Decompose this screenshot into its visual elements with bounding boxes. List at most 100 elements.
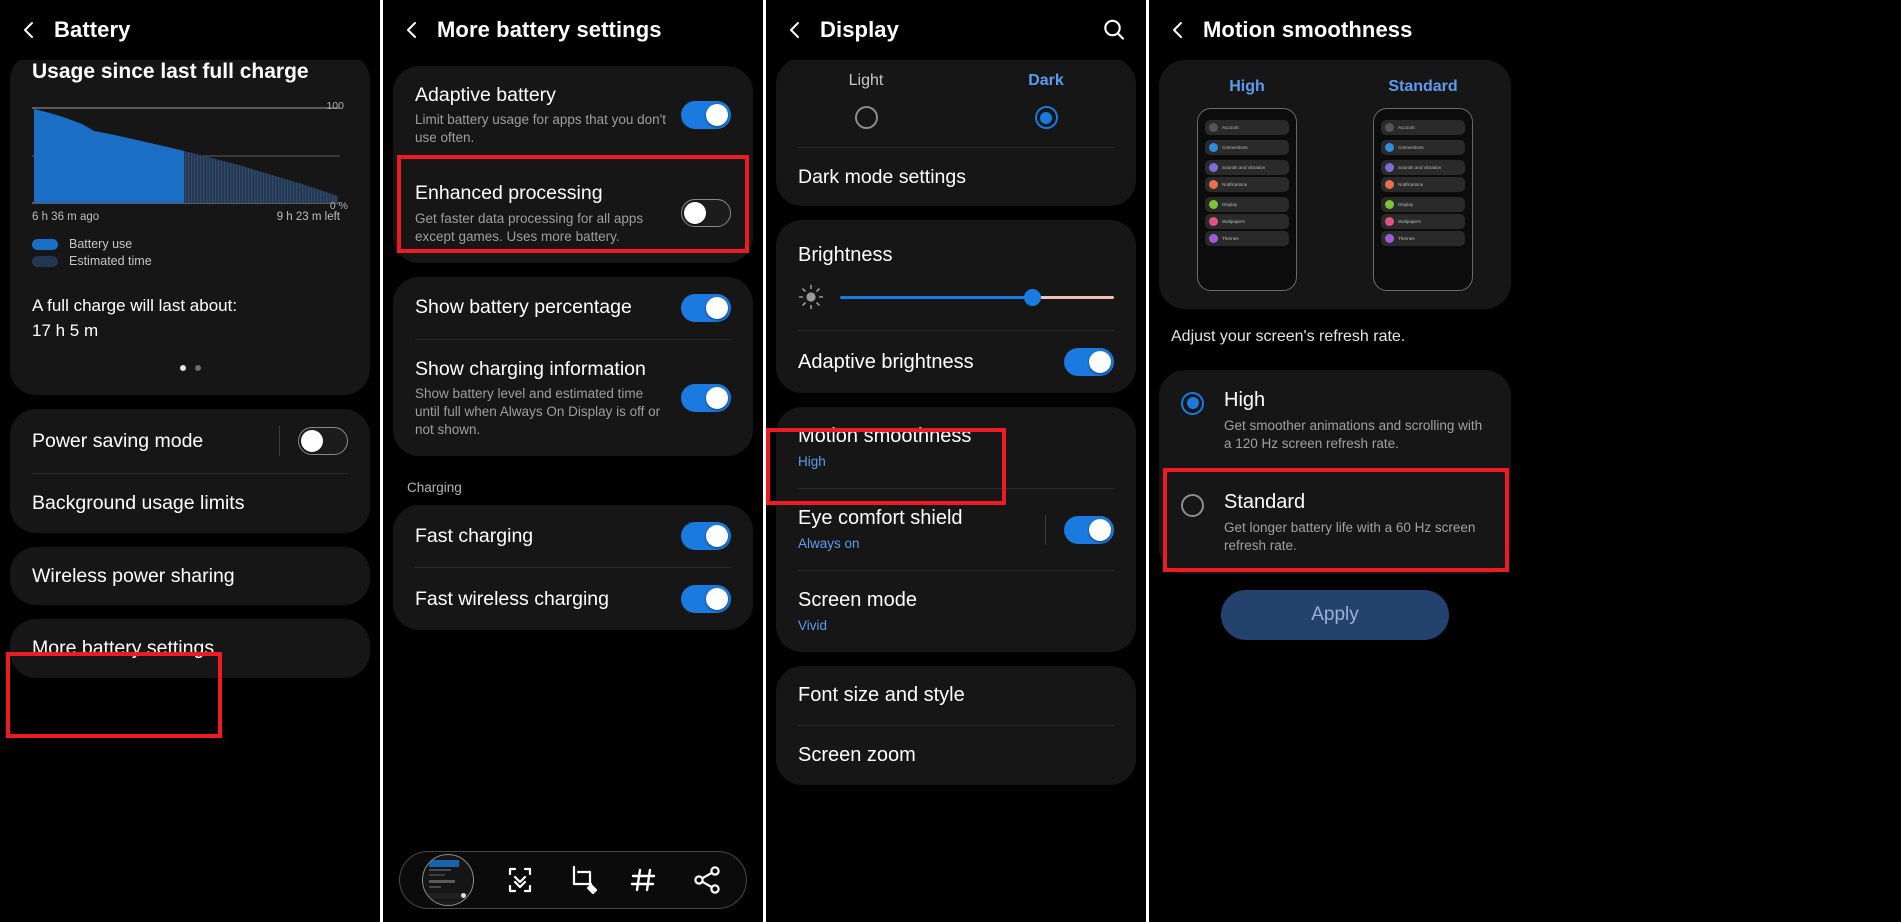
light-mode-radio[interactable]: [854, 106, 878, 129]
row-title: Eye comfort shield: [798, 507, 963, 530]
battery-options-card: Power saving mode Background usage limit…: [10, 409, 370, 533]
connections-icon: [1385, 143, 1394, 152]
preview-item-label: Themes: [1222, 236, 1239, 241]
scroll-capture-icon[interactable]: [503, 863, 537, 897]
row-power-saving-mode[interactable]: Power saving mode: [10, 409, 370, 473]
back-chevron-icon[interactable]: [397, 15, 427, 45]
charging-card: Fast charging Fast wireless charging: [393, 504, 753, 630]
connections-icon: [1209, 143, 1218, 152]
standard-refresh-radio[interactable]: [1181, 494, 1204, 518]
row-screen-mode[interactable]: Screen mode Vivid: [776, 571, 1136, 652]
preview-label: Standard: [1388, 78, 1458, 95]
search-icon[interactable]: [1100, 16, 1128, 44]
row-title: Screen mode: [798, 589, 917, 612]
page-dot-1[interactable]: [179, 365, 186, 372]
high-refresh-radio[interactable]: [1181, 391, 1204, 415]
back-chevron-icon[interactable]: [1163, 15, 1193, 45]
page-dot-2[interactable]: [194, 365, 201, 372]
row-adaptive-brightness[interactable]: Adaptive brightness: [776, 331, 1136, 393]
row-title: Adaptive battery: [415, 84, 556, 106]
row-title: Screen zoom: [798, 744, 916, 767]
screenshot-toolbar[interactable]: [399, 851, 747, 909]
row-screen-zoom[interactable]: Screen zoom: [776, 726, 1136, 785]
theme-mode-picker[interactable]: Light Dark: [776, 58, 1136, 133]
crop-edit-icon[interactable]: [565, 863, 599, 897]
brightness-title: Brightness: [798, 244, 893, 267]
option-standard[interactable]: Standard Get longer battery life with a …: [1159, 472, 1511, 573]
row-title: Wireless power sharing: [32, 564, 235, 587]
preview-list-item: Account: [1381, 120, 1465, 135]
row-title: Background usage limits: [32, 492, 245, 515]
row-title: Power saving mode: [32, 430, 204, 453]
row-font-size-and-style[interactable]: Font size and style: [776, 666, 1136, 725]
fast-charging-toggle[interactable]: [681, 521, 731, 550]
page-title: More battery settings: [437, 17, 662, 42]
page-indicator[interactable]: [10, 365, 370, 372]
font-zoom-card: Font size and style Screen zoom: [776, 666, 1136, 786]
display-icon: [1209, 200, 1218, 209]
chart-end-time: 9 h 23 m left: [276, 211, 340, 224]
option-title: High: [1224, 388, 1266, 411]
preview-item-label: Notifications: [1222, 182, 1248, 187]
page-title: Motion smoothness: [1203, 17, 1413, 42]
brightness-slider-knob[interactable]: [1023, 289, 1041, 307]
wireless-power-sharing-card: Wireless power sharing: [10, 546, 370, 606]
power-saving-toggle[interactable]: [298, 427, 348, 456]
row-show-charging-information[interactable]: Show charging information Show battery l…: [393, 340, 753, 456]
option-high[interactable]: High Get smoother animations and scrolli…: [1159, 370, 1511, 471]
back-chevron-icon[interactable]: [14, 15, 44, 45]
chart-time-axis: 6 h 36 m ago 9 h 23 m left: [32, 211, 340, 223]
brightness-slider[interactable]: [840, 287, 1114, 307]
mode-label: Light: [848, 72, 884, 89]
chart-y-max-label: 100: [326, 100, 344, 113]
preview-list-item: Notifications: [1381, 177, 1465, 192]
theme-mode-dark[interactable]: Dark: [956, 72, 1136, 129]
notifications-icon: [1385, 180, 1394, 189]
dark-mode-radio[interactable]: [1034, 106, 1058, 129]
phone-preview-high: Account Connections Sounds and vibration…: [1197, 108, 1297, 291]
row-fast-charging[interactable]: Fast charging: [393, 505, 753, 567]
preview-standard: Standard Account Connections Sounds and …: [1348, 78, 1498, 291]
share-icon[interactable]: [690, 863, 724, 897]
row-background-usage-limits[interactable]: Background usage limits: [10, 474, 370, 532]
preview-list-item: Display: [1205, 197, 1289, 212]
display-header: Display: [766, 0, 1146, 60]
chart-y-min-label: 0 %: [329, 200, 348, 213]
row-title: Font size and style: [798, 684, 965, 707]
brightness-slider-row[interactable]: [776, 278, 1136, 330]
row-eye-comfort-shield[interactable]: Eye comfort shield Always on: [776, 489, 1136, 570]
back-chevron-icon[interactable]: [780, 15, 810, 45]
row-subtitle: High: [798, 454, 826, 470]
row-motion-smoothness[interactable]: Motion smoothness High: [776, 407, 1136, 488]
adaptive-battery-toggle[interactable]: [681, 101, 731, 130]
apply-button[interactable]: Apply: [1221, 589, 1449, 640]
battery-info-card: Show battery percentage Show charging in…: [393, 276, 753, 456]
avatar-icon: [1209, 123, 1218, 132]
row-dark-mode-settings[interactable]: Dark mode settings: [776, 148, 1136, 206]
display-options-card: Motion smoothness High Eye comfort shiel…: [776, 407, 1136, 653]
preview-item-label: Connections: [1222, 145, 1248, 150]
row-fast-wireless-charging[interactable]: Fast wireless charging: [393, 568, 753, 630]
theme-mode-light[interactable]: Light: [776, 72, 956, 129]
preview-item-label: Wallpapers: [1222, 219, 1245, 224]
panel-display: Display Light Dark Dark mode settings Br…: [766, 0, 1146, 922]
adaptive-brightness-toggle[interactable]: [1064, 348, 1114, 377]
brightness-title-row: Brightness: [776, 220, 1136, 278]
screenshot-thumbnail[interactable]: [422, 854, 475, 906]
row-show-battery-percentage[interactable]: Show battery percentage: [393, 277, 753, 339]
row-enhanced-processing[interactable]: Enhanced processing Get faster data proc…: [393, 164, 753, 262]
themes-icon: [1209, 234, 1218, 243]
show-charging-information-toggle[interactable]: [681, 383, 731, 412]
preview-list-item: Themes: [1381, 231, 1465, 246]
row-title: Show battery percentage: [415, 296, 632, 319]
eye-comfort-shield-toggle[interactable]: [1064, 515, 1114, 544]
row-wireless-power-sharing[interactable]: Wireless power sharing: [10, 547, 370, 605]
tags-icon[interactable]: [627, 863, 661, 897]
show-battery-percentage-toggle[interactable]: [681, 293, 731, 322]
fast-wireless-charging-toggle[interactable]: [681, 584, 731, 613]
row-adaptive-battery[interactable]: Adaptive battery Limit battery usage for…: [393, 66, 753, 164]
preview-item-label: Account: [1222, 125, 1239, 130]
row-more-battery-settings[interactable]: More battery settings: [10, 619, 370, 677]
preview-row: High Account Connections Sounds and vibr…: [1159, 76, 1511, 291]
enhanced-processing-toggle[interactable]: [681, 199, 731, 228]
